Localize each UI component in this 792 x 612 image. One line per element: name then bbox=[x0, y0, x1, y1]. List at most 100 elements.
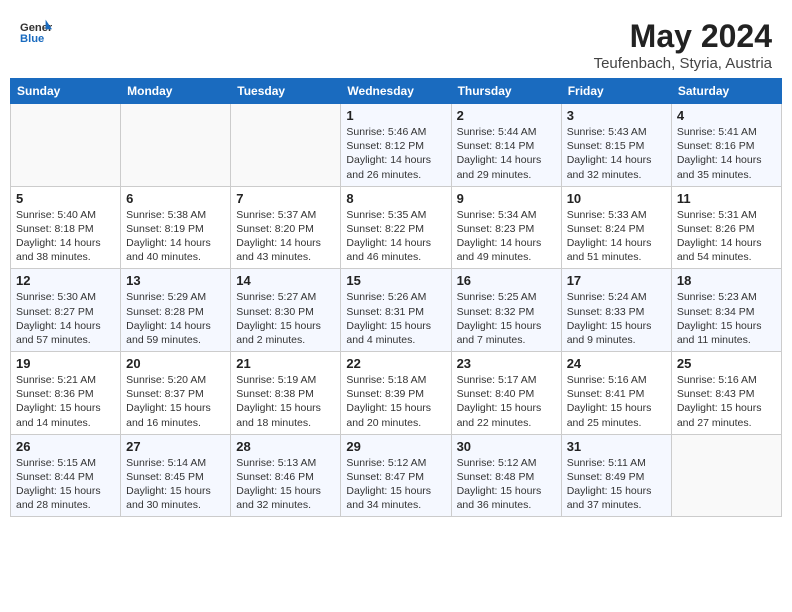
calendar-cell: 12Sunrise: 5:30 AMSunset: 8:27 PMDayligh… bbox=[11, 269, 121, 352]
calendar-header-row: SundayMondayTuesdayWednesdayThursdayFrid… bbox=[11, 79, 782, 104]
calendar-cell: 24 Sunrise: 5:16 AMSunset: 8:41 PMDayligh… bbox=[561, 352, 671, 435]
calendar-cell: 11 Sunrise: 5:31 AMSunset: 8:26 PMDayligh… bbox=[671, 186, 781, 269]
calendar-dow-friday: Friday bbox=[561, 79, 671, 104]
calendar-cell: 28 Sunrise: 5:13 AMSunset: 8:46 PMDayligh… bbox=[231, 434, 341, 517]
day-info: Sunrise: 5:24 AMSunset: 8:33 PMDaylight:… bbox=[567, 290, 666, 347]
day-number: 13 bbox=[126, 273, 225, 288]
calendar-cell: 7Sunrise: 5:37 AMSunset: 8:20 PMDaylight… bbox=[231, 186, 341, 269]
day-number: 5 bbox=[16, 191, 115, 206]
calendar-cell: 18 Sunrise: 5:23 AMSunset: 8:34 PMDayligh… bbox=[671, 269, 781, 352]
calendar-cell: 17 Sunrise: 5:24 AMSunset: 8:33 PMDayligh… bbox=[561, 269, 671, 352]
calendar-cell bbox=[121, 104, 231, 187]
day-number: 30 bbox=[457, 439, 556, 454]
day-info: Sunrise: 5:44 AMSunset: 8:14 PMDaylight:… bbox=[457, 125, 556, 182]
day-info: Sunrise: 5:16 AMSunset: 8:43 PMDaylight:… bbox=[677, 373, 776, 430]
day-info: Sunrise: 5:38 AMSunset: 8:19 PMDaylight:… bbox=[126, 208, 225, 265]
day-number: 10 bbox=[567, 191, 666, 206]
day-number: 23 bbox=[457, 356, 556, 371]
day-info: Sunrise: 5:43 AMSunset: 8:15 PMDaylight:… bbox=[567, 125, 666, 182]
calendar-cell: 29 Sunrise: 5:12 AMSunset: 8:47 PMDayligh… bbox=[341, 434, 451, 517]
logo-icon: General Blue bbox=[20, 18, 52, 46]
calendar-cell: 25 Sunrise: 5:16 AMSunset: 8:43 PMDayligh… bbox=[671, 352, 781, 435]
calendar-dow-tuesday: Tuesday bbox=[231, 79, 341, 104]
svg-text:Blue: Blue bbox=[20, 33, 44, 45]
calendar-cell: 6Sunrise: 5:38 AMSunset: 8:19 PMDaylight… bbox=[121, 186, 231, 269]
day-number: 7 bbox=[236, 191, 335, 206]
calendar-table: SundayMondayTuesdayWednesdayThursdayFrid… bbox=[10, 78, 782, 517]
calendar-cell: 9 Sunrise: 5:34 AMSunset: 8:23 PMDaylight… bbox=[451, 186, 561, 269]
day-number: 11 bbox=[677, 191, 776, 206]
day-info: Sunrise: 5:29 AMSunset: 8:28 PMDaylight:… bbox=[126, 290, 225, 347]
day-number: 24 bbox=[567, 356, 666, 371]
day-info: Sunrise: 5:19 AMSunset: 8:38 PMDaylight:… bbox=[236, 373, 335, 430]
calendar-cell: 20 Sunrise: 5:20 AMSunset: 8:37 PMDayligh… bbox=[121, 352, 231, 435]
calendar-cell: 1 Sunrise: 5:46 AMSunset: 8:12 PMDaylight… bbox=[341, 104, 451, 187]
day-number: 21 bbox=[236, 356, 335, 371]
calendar-cell: 8 Sunrise: 5:35 AMSunset: 8:22 PMDaylight… bbox=[341, 186, 451, 269]
day-number: 31 bbox=[567, 439, 666, 454]
day-number: 16 bbox=[457, 273, 556, 288]
day-info: Sunrise: 5:33 AMSunset: 8:24 PMDaylight:… bbox=[567, 208, 666, 265]
calendar-cell: 10 Sunrise: 5:33 AMSunset: 8:24 PMDayligh… bbox=[561, 186, 671, 269]
day-info: Sunrise: 5:20 AMSunset: 8:37 PMDaylight:… bbox=[126, 373, 225, 430]
day-info: Sunrise: 5:34 AMSunset: 8:23 PMDaylight:… bbox=[457, 208, 556, 265]
calendar-cell: 4 Sunrise: 5:41 AMSunset: 8:16 PMDaylight… bbox=[671, 104, 781, 187]
calendar-cell: 16 Sunrise: 5:25 AMSunset: 8:32 PMDayligh… bbox=[451, 269, 561, 352]
calendar-cell: 30 Sunrise: 5:12 AMSunset: 8:48 PMDayligh… bbox=[451, 434, 561, 517]
day-info: Sunrise: 5:25 AMSunset: 8:32 PMDaylight:… bbox=[457, 290, 556, 347]
main-title: May 2024 bbox=[594, 18, 772, 55]
day-number: 12 bbox=[16, 273, 115, 288]
calendar-dow-monday: Monday bbox=[121, 79, 231, 104]
day-info: Sunrise: 5:31 AMSunset: 8:26 PMDaylight:… bbox=[677, 208, 776, 265]
calendar-cell bbox=[671, 434, 781, 517]
calendar-week-4: 19Sunrise: 5:21 AMSunset: 8:36 PMDayligh… bbox=[11, 352, 782, 435]
calendar-dow-wednesday: Wednesday bbox=[341, 79, 451, 104]
title-area: May 2024 Teufenbach, Styria, Austria bbox=[594, 18, 772, 72]
calendar-dow-sunday: Sunday bbox=[11, 79, 121, 104]
calendar-cell bbox=[11, 104, 121, 187]
calendar-dow-thursday: Thursday bbox=[451, 79, 561, 104]
day-info: Sunrise: 5:35 AMSunset: 8:22 PMDaylight:… bbox=[346, 208, 445, 265]
day-number: 3 bbox=[567, 108, 666, 123]
page-header: General Blue May 2024 Teufenbach, Styria… bbox=[10, 10, 782, 78]
day-info: Sunrise: 5:23 AMSunset: 8:34 PMDaylight:… bbox=[677, 290, 776, 347]
day-number: 25 bbox=[677, 356, 776, 371]
day-number: 14 bbox=[236, 273, 335, 288]
calendar-cell: 5 Sunrise: 5:40 AMSunset: 8:18 PMDaylight… bbox=[11, 186, 121, 269]
day-info: Sunrise: 5:27 AMSunset: 8:30 PMDaylight:… bbox=[236, 290, 335, 347]
day-number: 29 bbox=[346, 439, 445, 454]
calendar-cell: 26 Sunrise: 5:15 AMSunset: 8:44 PMDayligh… bbox=[11, 434, 121, 517]
day-number: 22 bbox=[346, 356, 445, 371]
day-number: 9 bbox=[457, 191, 556, 206]
day-info: Sunrise: 5:41 AMSunset: 8:16 PMDaylight:… bbox=[677, 125, 776, 182]
day-info: Sunrise: 5:11 AMSunset: 8:49 PMDaylight:… bbox=[567, 456, 666, 513]
day-info: Sunrise: 5:13 AMSunset: 8:46 PMDaylight:… bbox=[236, 456, 335, 513]
day-number: 20 bbox=[126, 356, 225, 371]
calendar-cell: 14 Sunrise: 5:27 AMSunset: 8:30 PMDayligh… bbox=[231, 269, 341, 352]
day-info: Sunrise: 5:12 AMSunset: 8:48 PMDaylight:… bbox=[457, 456, 556, 513]
day-number: 27 bbox=[126, 439, 225, 454]
day-number: 4 bbox=[677, 108, 776, 123]
day-info: Sunrise: 5:21 AMSunset: 8:36 PMDaylight:… bbox=[16, 373, 115, 430]
day-number: 28 bbox=[236, 439, 335, 454]
day-info: Sunrise: 5:17 AMSunset: 8:40 PMDaylight:… bbox=[457, 373, 556, 430]
day-info: Sunrise: 5:14 AMSunset: 8:45 PMDaylight:… bbox=[126, 456, 225, 513]
calendar-cell: 2 Sunrise: 5:44 AMSunset: 8:14 PMDaylight… bbox=[451, 104, 561, 187]
day-number: 26 bbox=[16, 439, 115, 454]
day-number: 18 bbox=[677, 273, 776, 288]
day-info: Sunrise: 5:15 AMSunset: 8:44 PMDaylight:… bbox=[16, 456, 115, 513]
calendar-week-5: 26 Sunrise: 5:15 AMSunset: 8:44 PMDayligh… bbox=[11, 434, 782, 517]
day-number: 17 bbox=[567, 273, 666, 288]
calendar-week-3: 12Sunrise: 5:30 AMSunset: 8:27 PMDayligh… bbox=[11, 269, 782, 352]
calendar-week-1: 1 Sunrise: 5:46 AMSunset: 8:12 PMDaylight… bbox=[11, 104, 782, 187]
calendar-cell: 3 Sunrise: 5:43 AMSunset: 8:15 PMDaylight… bbox=[561, 104, 671, 187]
day-info: Sunrise: 5:40 AMSunset: 8:18 PMDaylight:… bbox=[16, 208, 115, 265]
day-info: Sunrise: 5:16 AMSunset: 8:41 PMDaylight:… bbox=[567, 373, 666, 430]
day-info: Sunrise: 5:12 AMSunset: 8:47 PMDaylight:… bbox=[346, 456, 445, 513]
day-info: Sunrise: 5:46 AMSunset: 8:12 PMDaylight:… bbox=[346, 125, 445, 182]
logo: General Blue bbox=[20, 18, 52, 46]
day-number: 1 bbox=[346, 108, 445, 123]
day-number: 8 bbox=[346, 191, 445, 206]
calendar-cell: 21 Sunrise: 5:19 AMSunset: 8:38 PMDayligh… bbox=[231, 352, 341, 435]
day-number: 2 bbox=[457, 108, 556, 123]
